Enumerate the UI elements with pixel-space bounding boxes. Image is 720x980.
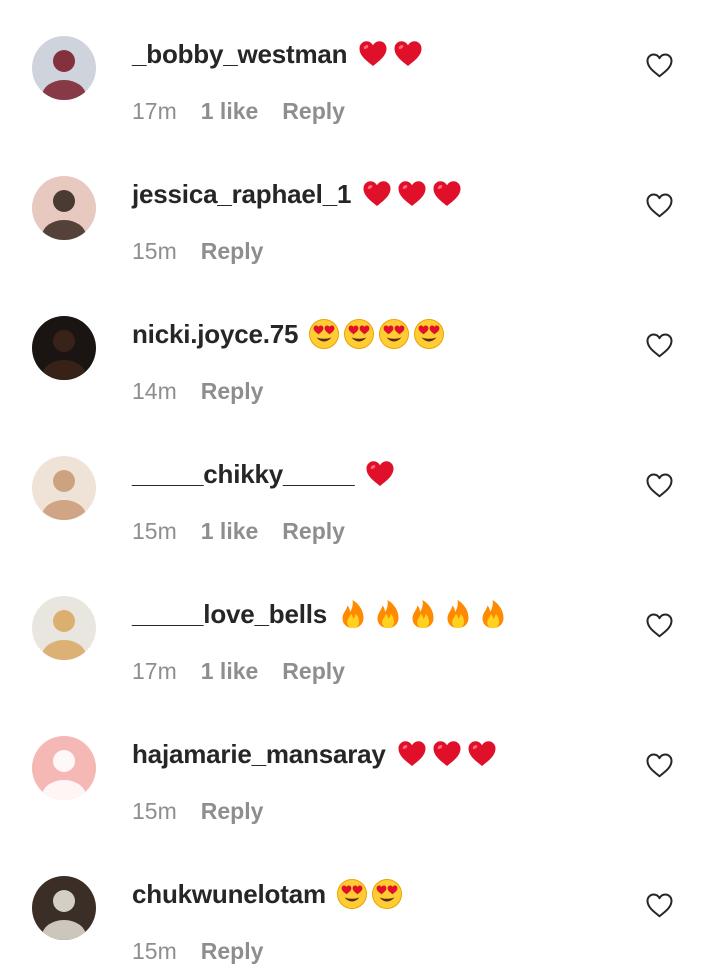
comment-line: chukwunelotam — [132, 874, 406, 914]
comment-text — [396, 738, 501, 770]
heart-eyes-emoji — [308, 318, 340, 350]
comment-meta: 15m Reply — [132, 238, 263, 265]
like-heart-icon[interactable] — [646, 53, 673, 78]
timestamp: 17m — [132, 98, 177, 124]
avatar[interactable] — [32, 596, 96, 660]
comment-item-2: jessica_raphael_1 15m Reply — [0, 140, 720, 280]
comment-text — [364, 458, 399, 490]
comment-meta: 15m 1 like Reply — [132, 518, 345, 545]
comment-text — [361, 178, 466, 210]
red-heart-emoji — [392, 38, 424, 70]
like-heart-icon[interactable] — [646, 473, 673, 498]
comment-meta: 15m Reply — [132, 798, 263, 825]
heart-eyes-emoji — [336, 878, 368, 910]
avatar[interactable] — [32, 736, 96, 800]
heart-eyes-emoji — [413, 318, 445, 350]
like-heart-icon[interactable] — [646, 753, 673, 778]
comment-line: jessica_raphael_1 — [132, 174, 466, 214]
avatar[interactable] — [32, 176, 96, 240]
comment-text — [308, 318, 448, 350]
username[interactable]: hajamarie_mansaray — [132, 739, 386, 770]
red-heart-emoji — [396, 178, 428, 210]
heart-eyes-emoji — [378, 318, 410, 350]
username[interactable]: _bobby_westman — [132, 39, 348, 70]
reply-button[interactable]: Reply — [201, 378, 264, 405]
username[interactable]: jessica_raphael_1 — [132, 179, 351, 210]
reply-button[interactable]: Reply — [282, 658, 345, 685]
comment-line: _____love_bells — [132, 594, 512, 634]
like-count[interactable]: 1 like — [201, 518, 259, 545]
red-heart-emoji — [431, 178, 463, 210]
comment-item-7: chukwunelotam 15m Reply — [0, 840, 720, 980]
comment-meta: 17m 1 like Reply — [132, 98, 345, 125]
fire-emoji — [407, 598, 439, 630]
fire-emoji — [337, 598, 369, 630]
comment-meta: 17m 1 like Reply — [132, 658, 345, 685]
username[interactable]: _____love_bells — [132, 599, 327, 630]
heart-eyes-emoji — [371, 878, 403, 910]
comment-item-1: _bobby_westman 17m 1 like Reply — [0, 0, 720, 140]
avatar[interactable] — [32, 876, 96, 940]
comment-item-4: _____chikky_____ 15m 1 like Reply — [0, 420, 720, 560]
like-heart-icon[interactable] — [646, 333, 673, 358]
fire-emoji — [372, 598, 404, 630]
comment-text — [337, 598, 512, 630]
username[interactable]: chukwunelotam — [132, 879, 326, 910]
fire-emoji — [442, 598, 474, 630]
comment-item-3: nicki.joyce.75 14m Reply — [0, 280, 720, 420]
reply-button[interactable]: Reply — [201, 938, 264, 965]
like-count[interactable]: 1 like — [201, 98, 259, 125]
comment-line: nicki.joyce.75 — [132, 314, 448, 354]
red-heart-emoji — [466, 738, 498, 770]
comment-meta: 14m Reply — [132, 378, 263, 405]
comment-meta: 15m Reply — [132, 938, 263, 965]
like-heart-icon[interactable] — [646, 613, 673, 638]
timestamp: 15m — [132, 938, 177, 964]
like-heart-icon[interactable] — [646, 893, 673, 918]
red-heart-emoji — [431, 738, 463, 770]
timestamp: 15m — [132, 238, 177, 264]
timestamp: 14m — [132, 378, 177, 404]
comment-text — [357, 38, 427, 70]
comment-line: _bobby_westman — [132, 34, 427, 74]
reply-button[interactable]: Reply — [282, 98, 345, 125]
avatar[interactable] — [32, 36, 96, 100]
reply-button[interactable]: Reply — [282, 518, 345, 545]
red-heart-emoji — [396, 738, 428, 770]
reply-button[interactable]: Reply — [201, 798, 264, 825]
heart-eyes-emoji — [343, 318, 375, 350]
red-heart-emoji — [357, 38, 389, 70]
reply-button[interactable]: Reply — [201, 238, 264, 265]
avatar[interactable] — [32, 456, 96, 520]
comment-line: _____chikky_____ — [132, 454, 399, 494]
comment-item-6: hajamarie_mansaray 15m Reply — [0, 700, 720, 840]
timestamp: 17m — [132, 658, 177, 684]
username[interactable]: _____chikky_____ — [132, 459, 355, 490]
red-heart-emoji — [361, 178, 393, 210]
avatar[interactable] — [32, 316, 96, 380]
username[interactable]: nicki.joyce.75 — [132, 319, 299, 350]
like-count[interactable]: 1 like — [201, 658, 259, 685]
red-heart-emoji — [364, 458, 396, 490]
fire-emoji — [477, 598, 509, 630]
comment-line: hajamarie_mansaray — [132, 734, 501, 774]
comment-text — [336, 878, 406, 910]
like-heart-icon[interactable] — [646, 193, 673, 218]
timestamp: 15m — [132, 798, 177, 824]
comment-item-5: _____love_bells 17m 1 like Reply — [0, 560, 720, 700]
timestamp: 15m — [132, 518, 177, 544]
